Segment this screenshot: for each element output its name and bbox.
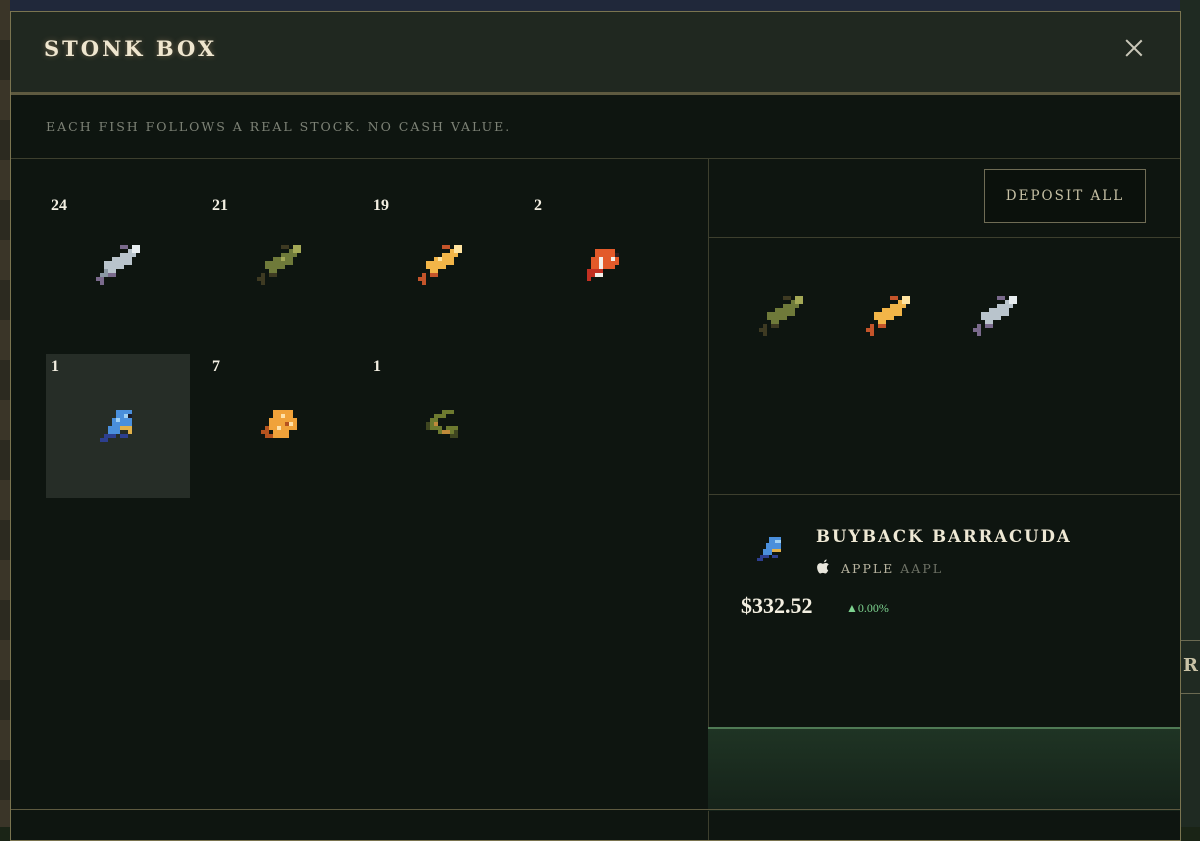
inventory-slot-gold-fish[interactable]: 19 — [368, 193, 512, 337]
company-name: APPLE — [841, 561, 895, 576]
blue-barracuda-icon — [757, 537, 781, 561]
silver-fish-icon — [973, 296, 1017, 336]
deposit-all-button[interactable]: DEPOSIT ALL — [984, 169, 1146, 223]
slot-count: 1 — [51, 358, 59, 375]
stock-price: $332.52 — [741, 593, 813, 618]
green-fish-icon — [257, 245, 301, 285]
gold-fish-icon — [418, 245, 462, 285]
selected-fish-detail: BUYBACK BARRACUDA APPLE AAPL $332.52 ▲0.0… — [708, 495, 1180, 727]
deposit-preview — [708, 238, 1180, 495]
action-bar-button[interactable] — [708, 727, 1180, 811]
fish-name: BUYBACK BARRACUDA — [816, 527, 1072, 546]
ticker-symbol: AAPL — [900, 561, 944, 576]
subtitle-bar: EACH FISH FOLLOWS A REAL STOCK. NO CASH … — [11, 95, 1180, 159]
inventory-slot-silver-fish[interactable]: 24 — [46, 193, 190, 337]
backdrop-right-edge: R — [1180, 0, 1200, 827]
detail-side-panel: DEPOSIT ALL BUYBACK BARRACUDA APPLE AAPL… — [708, 159, 1180, 840]
slot-count: 1 — [373, 358, 381, 375]
close-icon[interactable] — [1124, 38, 1144, 58]
price-change: ▲0.00% — [846, 601, 889, 615]
modal-header: STONK BOX — [11, 12, 1180, 95]
inventory-slot-green-fish[interactable]: 21 — [207, 193, 351, 337]
backdrop-chip: R — [1180, 640, 1200, 694]
modal-bottom-divider — [11, 809, 1180, 810]
modal-content: 24 21 19 2 1 7 1 DEPOSIT ALL BUYBACK BAR… — [11, 159, 1180, 840]
clownfish-icon — [587, 249, 619, 281]
inventory-slot-clownfish[interactable]: 2 — [529, 193, 673, 337]
apple-logo-icon — [817, 559, 829, 574]
side-toolbar: DEPOSIT ALL — [708, 159, 1180, 238]
slot-count: 2 — [534, 197, 542, 214]
modal-subtitle: EACH FISH FOLLOWS A REAL STOCK. NO CASH … — [46, 119, 512, 134]
eel-icon — [426, 410, 458, 438]
inventory-slot-barracuda[interactable]: 1 — [46, 354, 190, 498]
blue-barracuda-icon — [100, 410, 132, 442]
slot-count: 7 — [212, 358, 220, 375]
stonk-box-modal: STONK BOX EACH FISH FOLLOWS A REAL STOCK… — [10, 11, 1181, 841]
slot-count: 19 — [373, 197, 389, 214]
company-line: APPLE AAPL — [816, 559, 943, 576]
slot-count: 24 — [51, 197, 67, 214]
gold-fish-icon — [866, 296, 910, 336]
backdrop-left-edge — [0, 0, 10, 827]
modal-title: STONK BOX — [44, 36, 218, 61]
orange-spotted-fish-icon — [261, 410, 297, 438]
inventory-slot-spotted-fish[interactable]: 7 — [207, 354, 351, 498]
inventory-grid: 24 21 19 2 1 7 1 — [11, 159, 709, 840]
inventory-slot-eel[interactable]: 1 — [368, 354, 512, 498]
green-fish-icon — [759, 296, 803, 336]
silver-fish-icon — [96, 245, 140, 285]
slot-count: 21 — [212, 197, 228, 214]
